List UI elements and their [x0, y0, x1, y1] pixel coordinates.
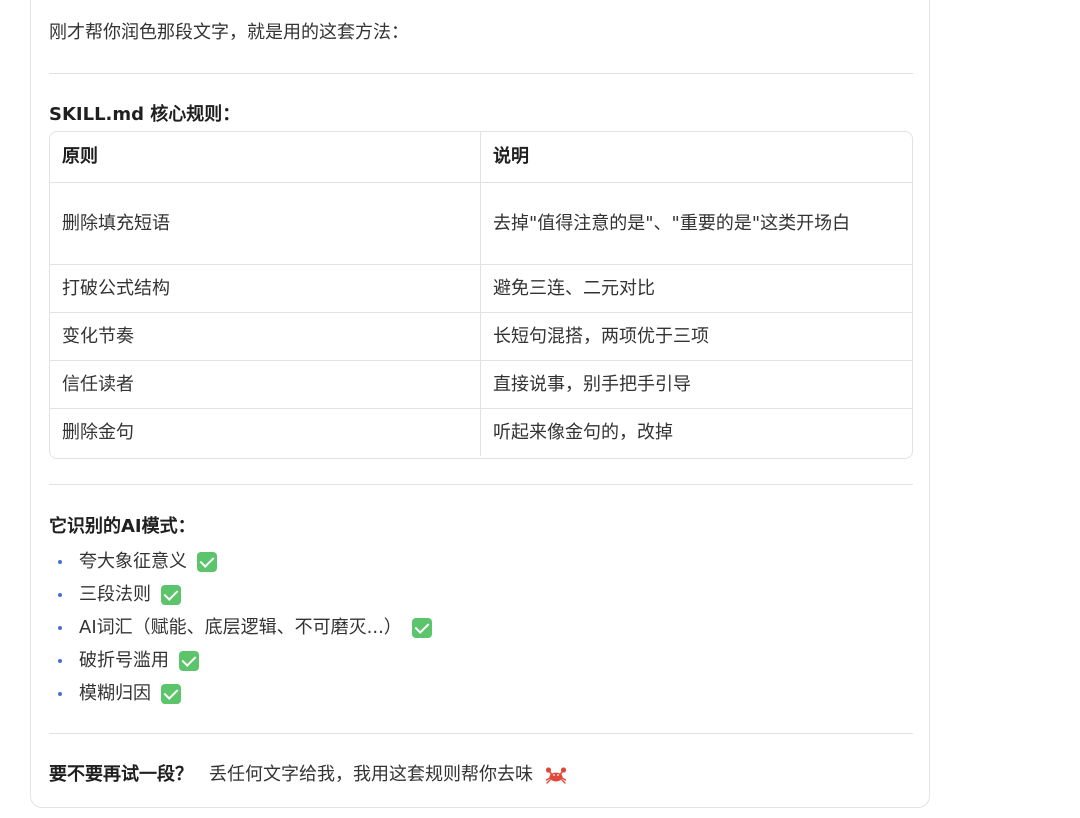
table-row: 变化节奏 长短句混搭，两项优于三项 — [50, 312, 912, 361]
bullet-icon — [58, 691, 62, 696]
list-item: AI词汇（赋能、底层逻辑、不可磨灭...） — [58, 611, 432, 644]
bullet-icon — [58, 592, 62, 597]
check-box-icon — [411, 617, 432, 638]
crab-icon — [545, 767, 567, 784]
rules-table: 原则 说明 删除填充短语 去掉"值得注意的是"、"重要的是"这类开场白 打破公式… — [49, 131, 913, 459]
bullet-icon — [58, 625, 62, 630]
list-item-label: 夸大象征意义 — [79, 551, 187, 572]
check-box-icon — [161, 683, 181, 704]
rules-heading: SKILL.md 核心规则： — [49, 104, 241, 125]
table-cell-principle: 打破公式结构 — [50, 264, 481, 313]
table-row: 信任读者 直接说事，别手把手引导 — [50, 360, 912, 409]
table-header-principle: 原则 — [50, 132, 481, 183]
patterns-list: 夸大象征意义 三段法则 AI词汇（赋能、底层逻辑、不可磨灭...） 破折号滥用 … — [58, 545, 432, 710]
list-item-label: 破折号滥用 — [79, 650, 169, 671]
bullet-icon — [58, 658, 62, 663]
list-item: 破折号滥用 — [58, 644, 432, 677]
table-cell-principle: 删除金句 — [50, 408, 481, 456]
list-item-label: AI词汇（赋能、底层逻辑、不可磨灭...） — [79, 617, 402, 638]
table-header-description: 说明 — [480, 132, 912, 183]
divider — [49, 733, 913, 734]
bullet-icon — [58, 559, 62, 564]
divider — [49, 484, 913, 485]
list-item: 夸大象征意义 — [58, 545, 432, 578]
list-item-label: 三段法则 — [79, 584, 151, 605]
closing-line: 要不要再试一段？ 丢任何文字给我，我用这套规则帮你去味 — [49, 761, 567, 789]
table-cell-description: 听起来像金句的，改掉 — [493, 421, 673, 443]
divider — [49, 73, 913, 74]
table-cell-principle: 删除填充短语 — [50, 182, 481, 265]
table-cell-principle: 变化节奏 — [50, 312, 481, 361]
check-box-icon — [197, 551, 217, 572]
check-box-icon — [161, 584, 181, 605]
table-cell-description: 去掉"值得注意的是"、"重要的是"这类开场白 — [480, 182, 912, 265]
table-cell-description: 避免三连、二元对比 — [480, 264, 912, 313]
list-item: 模糊归因 — [58, 677, 432, 710]
list-item: 三段法则 — [58, 578, 432, 611]
table-cell-description: 长短句混搭，两项优于三项 — [480, 312, 912, 361]
table-row: 打破公式结构 避免三连、二元对比 — [50, 264, 912, 313]
table-cell-description: 直接说事，别手把手引导 — [480, 360, 912, 409]
table-row: 删除金句 听起来像金句的，改掉 — [50, 408, 912, 456]
patterns-heading: 它识别的AI模式： — [49, 516, 196, 537]
closing-text: 丢任何文字给我，我用这套规则帮你去味 — [209, 764, 533, 785]
closing-question: 要不要再试一段？ — [49, 764, 193, 785]
intro-text: 刚才帮你润色那段文字，就是用的这套方法： — [49, 22, 409, 43]
table-cell-principle: 信任读者 — [50, 360, 481, 409]
table-row: 删除填充短语 去掉"值得注意的是"、"重要的是"这类开场白 — [50, 182, 912, 265]
check-box-icon — [179, 650, 199, 671]
list-item-label: 模糊归因 — [79, 683, 151, 704]
